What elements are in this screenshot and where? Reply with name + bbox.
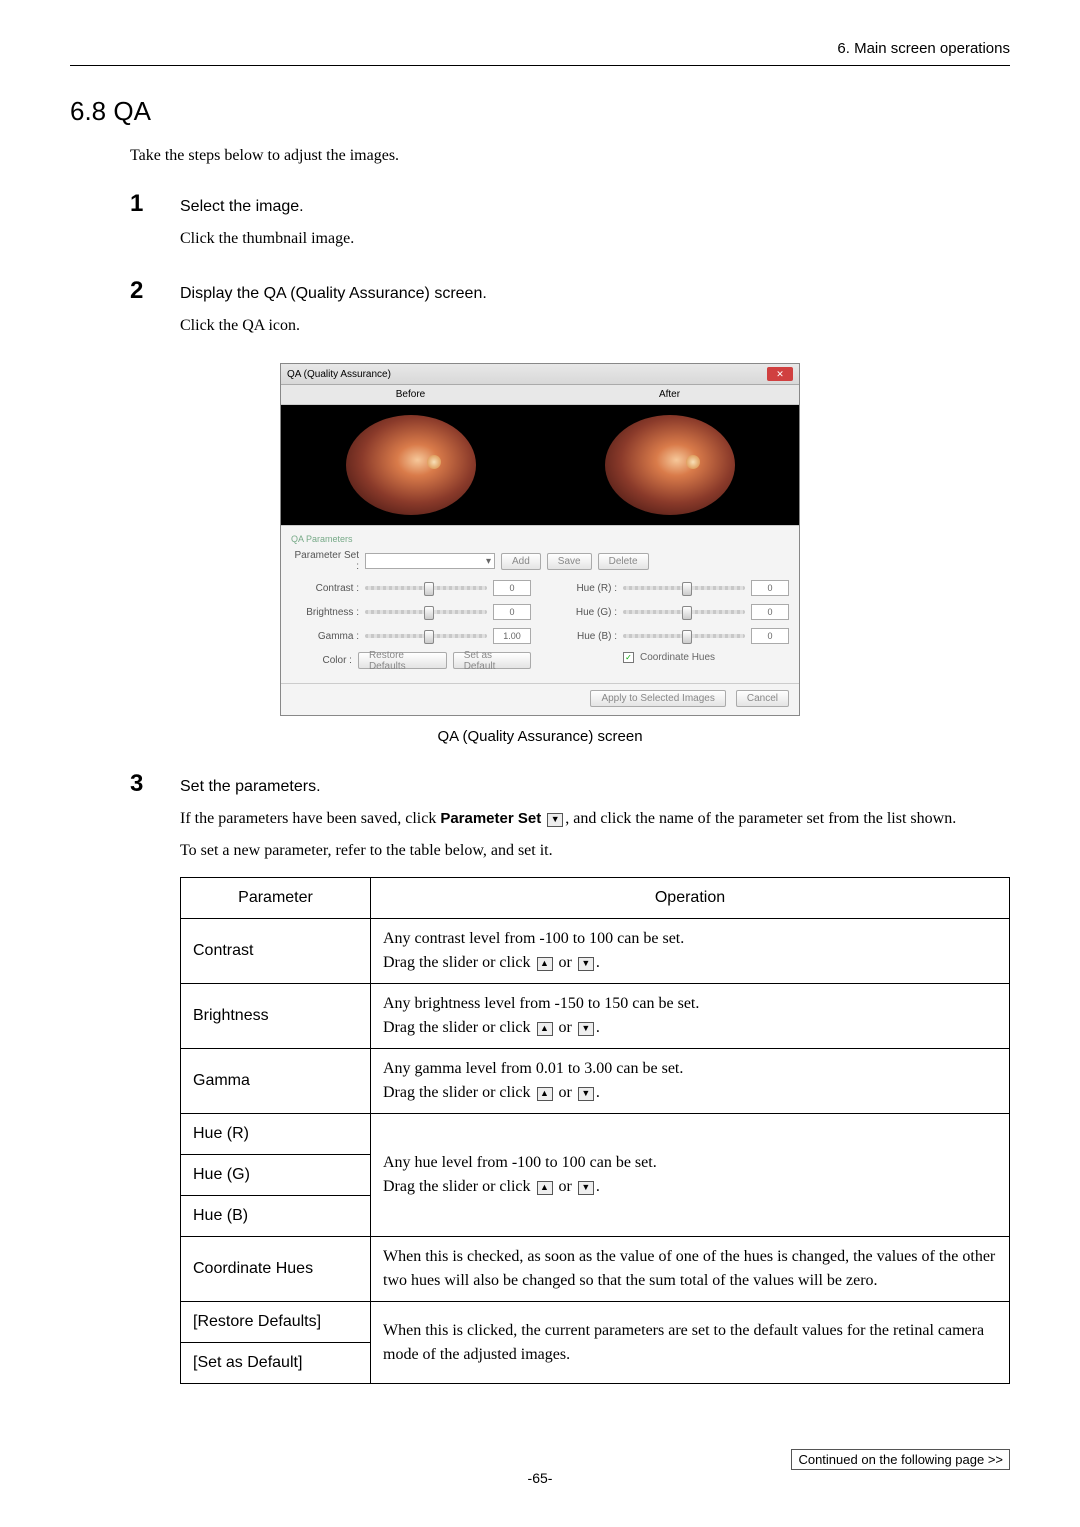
dropdown-down-icon: ▼ [547,813,563,827]
up-arrow-icon: ▲ [537,957,553,971]
hue-b-slider[interactable] [623,634,745,638]
paramset-dropdown[interactable]: ▾ [365,553,495,569]
step-title: Set the parameters. [180,778,321,796]
window-title: QA (Quality Assurance) [287,369,391,380]
qa-params-title: QA Parameters [291,534,789,544]
param-name: Hue (R) [181,1114,371,1155]
page-number: -65- [70,1470,1010,1486]
step-3: 3 Set the parameters. If the parameters … [130,770,1010,1384]
param-name: [Restore Defaults] [181,1302,371,1343]
delete-button[interactable]: Delete [598,553,649,570]
up-arrow-icon: ▲ [537,1181,553,1195]
step-number: 2 [130,277,180,305]
table-row: Coordinate Hues When this is checked, as… [181,1237,1010,1302]
param-name: Contrast [181,919,371,984]
before-label: Before [281,385,540,405]
retina-image-after [605,415,735,515]
table-row: Brightness Any brightness level from -15… [181,984,1010,1049]
parameter-table: Parameter Operation Contrast Any contras… [180,877,1010,1384]
param-name: [Set as Default] [181,1343,371,1384]
paramset-label: Parameter Set : [291,550,359,572]
brightness-value[interactable]: 0 [493,604,531,620]
step-title: Select the image. [180,198,304,216]
hue-b-label: Hue (B) : [549,631,617,642]
add-button[interactable]: Add [501,553,541,570]
param-name: Coordinate Hues [181,1237,371,1302]
param-operation: When this is clicked, the current parame… [371,1302,1010,1384]
section-title: 6.8 QA [70,96,1010,127]
param-operation: Any contrast level from -100 to 100 can … [371,919,1010,984]
step-number: 3 [130,770,180,798]
step-body-text: If the parameters have been saved, click… [180,806,1010,832]
param-name: Hue (G) [181,1155,371,1196]
apply-button[interactable]: Apply to Selected Images [590,690,725,707]
coordinate-hues-label: Coordinate Hues [640,652,715,663]
contrast-label: Contrast : [291,583,359,594]
retina-image-before [346,415,476,515]
down-arrow-icon: ▼ [578,1181,594,1195]
param-name: Brightness [181,984,371,1049]
chevron-down-icon: ▾ [486,556,491,567]
hue-g-value[interactable]: 0 [751,604,789,620]
param-name: Gamma [181,1049,371,1114]
param-operation: When this is checked, as soon as the val… [371,1237,1010,1302]
cancel-button[interactable]: Cancel [736,690,789,707]
table-header-operation: Operation [371,878,1010,919]
color-label: Color : [291,655,352,666]
step-title: Display the QA (Quality Assurance) scree… [180,285,487,303]
down-arrow-icon: ▼ [578,1022,594,1036]
hue-g-label: Hue (G) : [549,607,617,618]
step-number: 1 [130,190,180,218]
contrast-value[interactable]: 0 [493,580,531,596]
close-icon[interactable]: ✕ [767,367,793,381]
table-header-parameter: Parameter [181,878,371,919]
table-row: Gamma Any gamma level from 0.01 to 3.00 … [181,1049,1010,1114]
hue-r-label: Hue (R) : [549,583,617,594]
restore-defaults-button[interactable]: Restore Defaults [358,652,447,669]
down-arrow-icon: ▼ [578,957,594,971]
step-body-text: Click the QA icon. [180,313,1010,339]
contrast-slider[interactable] [365,586,487,590]
hue-b-value[interactable]: 0 [751,628,789,644]
step-body-text: To set a new parameter, refer to the tab… [180,838,1010,864]
coordinate-hues-checkbox[interactable]: ✓ [623,652,634,663]
down-arrow-icon: ▼ [578,1087,594,1101]
up-arrow-icon: ▲ [537,1022,553,1036]
hue-r-slider[interactable] [623,586,745,590]
parameter-set-label: Parameter Set [440,810,541,827]
table-row: [Restore Defaults] When this is clicked,… [181,1302,1010,1343]
hue-g-slider[interactable] [623,610,745,614]
save-button[interactable]: Save [547,553,592,570]
qa-screenshot: QA (Quality Assurance) ✕ Before After QA… [280,363,800,716]
brightness-slider[interactable] [365,610,487,614]
intro-text: Take the steps below to adjust the image… [130,147,1010,165]
table-row: Hue (R) Any hue level from -100 to 100 c… [181,1114,1010,1155]
param-operation: Any hue level from -100 to 100 can be se… [371,1114,1010,1237]
chapter-header: 6. Main screen operations [70,40,1010,66]
screenshot-caption: QA (Quality Assurance) screen [70,728,1010,745]
step-1: 1 Select the image. Click the thumbnail … [130,190,1010,252]
step-2: 2 Display the QA (Quality Assurance) scr… [130,277,1010,339]
gamma-value[interactable]: 1.00 [493,628,531,644]
gamma-slider[interactable] [365,634,487,638]
set-as-default-button[interactable]: Set as Default [453,652,531,669]
hue-r-value[interactable]: 0 [751,580,789,596]
up-arrow-icon: ▲ [537,1087,553,1101]
table-row: Contrast Any contrast level from -100 to… [181,919,1010,984]
brightness-label: Brightness : [291,607,359,618]
step-body-text: Click the thumbnail image. [180,226,1010,252]
gamma-label: Gamma : [291,631,359,642]
continued-notice: Continued on the following page >> [791,1449,1010,1470]
param-operation: Any brightness level from -150 to 150 ca… [371,984,1010,1049]
after-label: After [540,385,799,405]
param-operation: Any gamma level from 0.01 to 3.00 can be… [371,1049,1010,1114]
param-name: Hue (B) [181,1196,371,1237]
